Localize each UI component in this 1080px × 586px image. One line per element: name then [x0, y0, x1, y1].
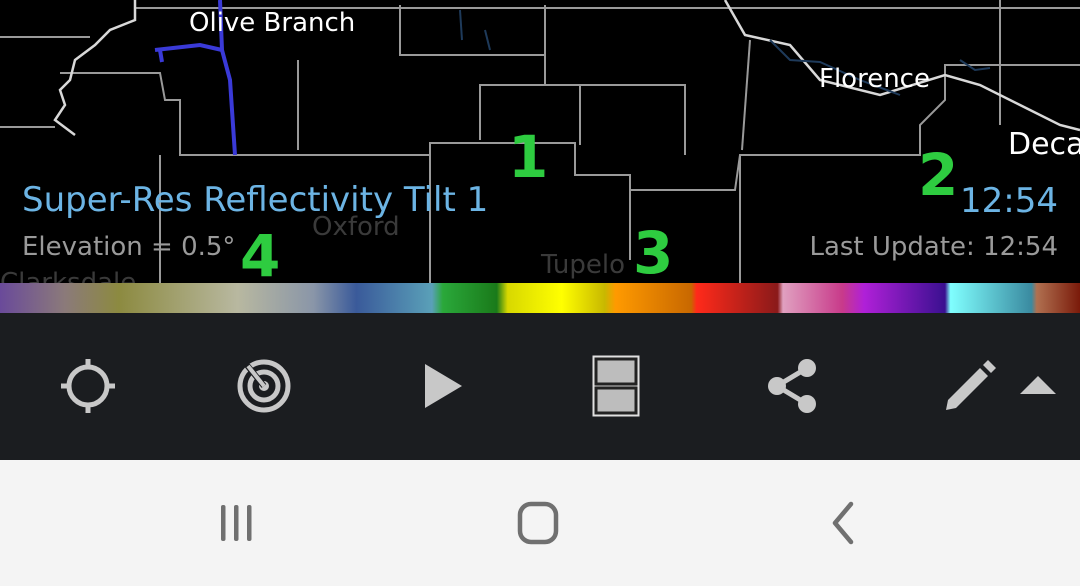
- home-icon: [517, 501, 559, 545]
- share-button[interactable]: [763, 356, 823, 416]
- radar-map[interactable]: Olive Branch Florence Deca Oxford Tupelo…: [0, 0, 1080, 283]
- back-icon: [832, 501, 854, 545]
- home-button[interactable]: [508, 498, 568, 548]
- expand-toolbar-button[interactable]: [1008, 356, 1068, 416]
- split-view-button[interactable]: [586, 355, 646, 417]
- split-layout-icon: [592, 355, 640, 417]
- annotation-marker-4: 4: [240, 222, 281, 283]
- annotation-marker-3: 3: [633, 219, 674, 283]
- city-label-olive-branch: Olive Branch: [189, 8, 356, 38]
- last-update-label: Last Update: 12:54: [809, 232, 1058, 262]
- expand-up-icon: [1020, 376, 1056, 394]
- radar-icon: [237, 359, 291, 413]
- scan-time: 12:54: [960, 181, 1058, 221]
- play-animation-button[interactable]: [412, 356, 472, 416]
- city-label-decatur: Deca: [1008, 127, 1080, 162]
- radar-site-button[interactable]: [234, 356, 294, 416]
- share-icon: [768, 359, 816, 413]
- android-navigation-bar: [0, 460, 1080, 586]
- reflectivity-color-scale: [0, 283, 1080, 313]
- my-location-button[interactable]: [58, 356, 118, 416]
- recent-apps-icon: [221, 505, 252, 541]
- pencil-icon: [946, 360, 996, 410]
- draw-button[interactable]: [940, 356, 1000, 416]
- city-label-tupelo: Tupelo: [541, 250, 626, 280]
- radar-product-title[interactable]: Super-Res Reflectivity Tilt 1: [22, 180, 488, 220]
- location-crosshair-icon: [61, 359, 115, 413]
- city-label-florence: Florence: [819, 64, 930, 94]
- radar-toolbar: [0, 313, 1080, 460]
- back-button[interactable]: [812, 498, 872, 548]
- recent-apps-button[interactable]: [206, 498, 266, 548]
- elevation-label: Elevation = 0.5°: [22, 232, 236, 262]
- play-icon: [425, 364, 462, 408]
- annotation-marker-1: 1: [508, 123, 549, 191]
- city-label-clarksdale: Clarksdale: [0, 268, 137, 283]
- annotation-marker-2: 2: [918, 141, 959, 209]
